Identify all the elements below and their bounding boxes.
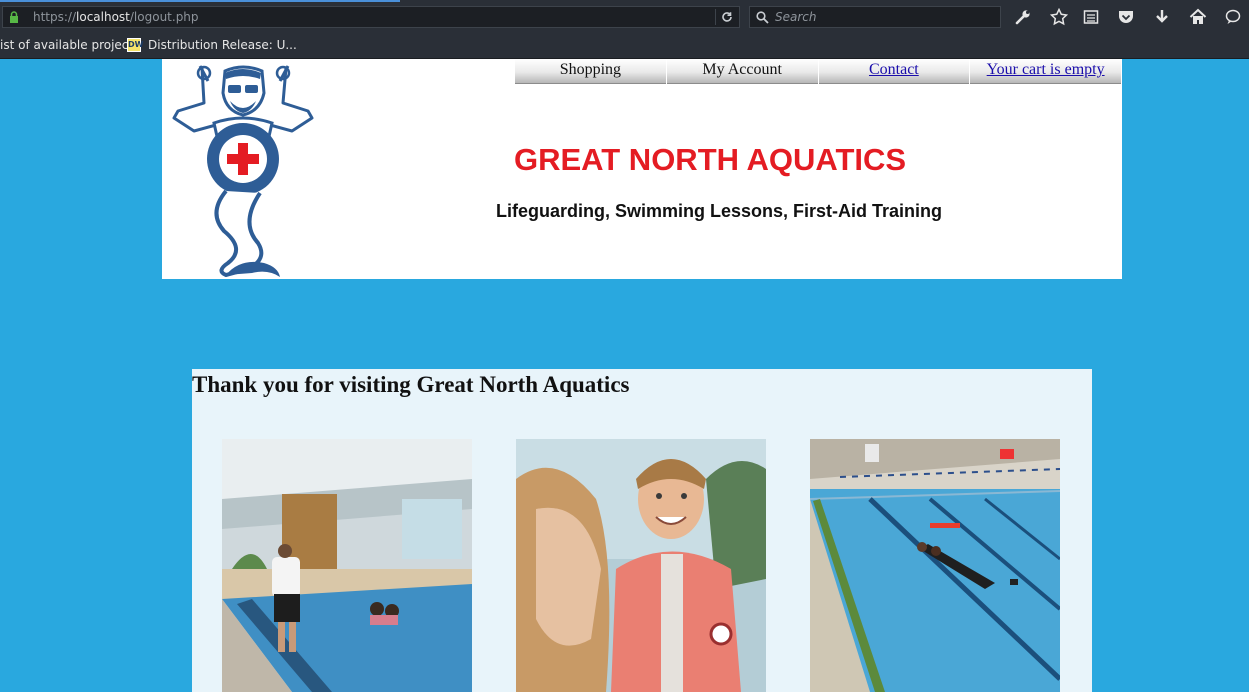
- indoor-pool-photo: [222, 439, 472, 692]
- reload-icon[interactable]: [715, 9, 738, 25]
- lap-pool-rescue-photo: [810, 439, 1060, 692]
- url-host: localhost: [76, 10, 130, 24]
- nav-cart[interactable]: Your cart is empty: [970, 59, 1121, 84]
- wrench-icon[interactable]: [1014, 8, 1032, 26]
- dreamweaver-icon: DW: [127, 38, 143, 52]
- bookmarks-bar: ist of available projec... Distribution …: [0, 33, 1249, 59]
- site-title: GREAT NORTH AQUATICS: [514, 142, 907, 177]
- page-heading: Thank you for visiting Great North Aquat…: [192, 372, 630, 397]
- mascot-logo[interactable]: [168, 63, 318, 277]
- lock-icon: [10, 11, 18, 23]
- star-icon[interactable]: [1050, 8, 1068, 26]
- nav-my-account[interactable]: My Account: [666, 59, 818, 84]
- search-placeholder: Search: [775, 10, 817, 24]
- download-icon[interactable]: [1153, 8, 1171, 26]
- nav-shopping[interactable]: Shopping: [515, 59, 666, 84]
- address-bar[interactable]: https://localhost/logout.php: [2, 6, 740, 28]
- url-path: /logout.php: [129, 10, 199, 24]
- bookmark-item[interactable]: ist of available projec...: [0, 38, 140, 52]
- home-icon[interactable]: [1189, 8, 1207, 26]
- nav-contact[interactable]: Contact: [818, 59, 970, 84]
- top-nav: Shopping My Account Contact Your cart is…: [515, 59, 1122, 85]
- bookmark-item[interactable]: Distribution Release: U...: [148, 38, 297, 52]
- url-prefix: https://: [33, 10, 77, 24]
- search-bar[interactable]: Search: [749, 6, 1001, 28]
- pocket-icon[interactable]: [1117, 8, 1135, 26]
- child-life-jacket-photo: [516, 439, 766, 692]
- site-subtitle: Lifeguarding, Swimming Lessons, First-Ai…: [496, 201, 943, 221]
- browser-toolbar: https://localhost/logout.php Search: [0, 0, 1249, 33]
- chat-icon[interactable]: [1224, 8, 1242, 26]
- search-icon: [756, 11, 769, 24]
- reading-list-icon[interactable]: [1082, 8, 1100, 26]
- tab-indicator: [0, 0, 400, 2]
- site-header: Shopping My Account Contact Your cart is…: [162, 59, 1122, 279]
- main-content: Thank you for visiting Great North Aquat…: [192, 369, 1092, 692]
- url-text[interactable]: https://localhost/logout.php: [33, 10, 199, 24]
